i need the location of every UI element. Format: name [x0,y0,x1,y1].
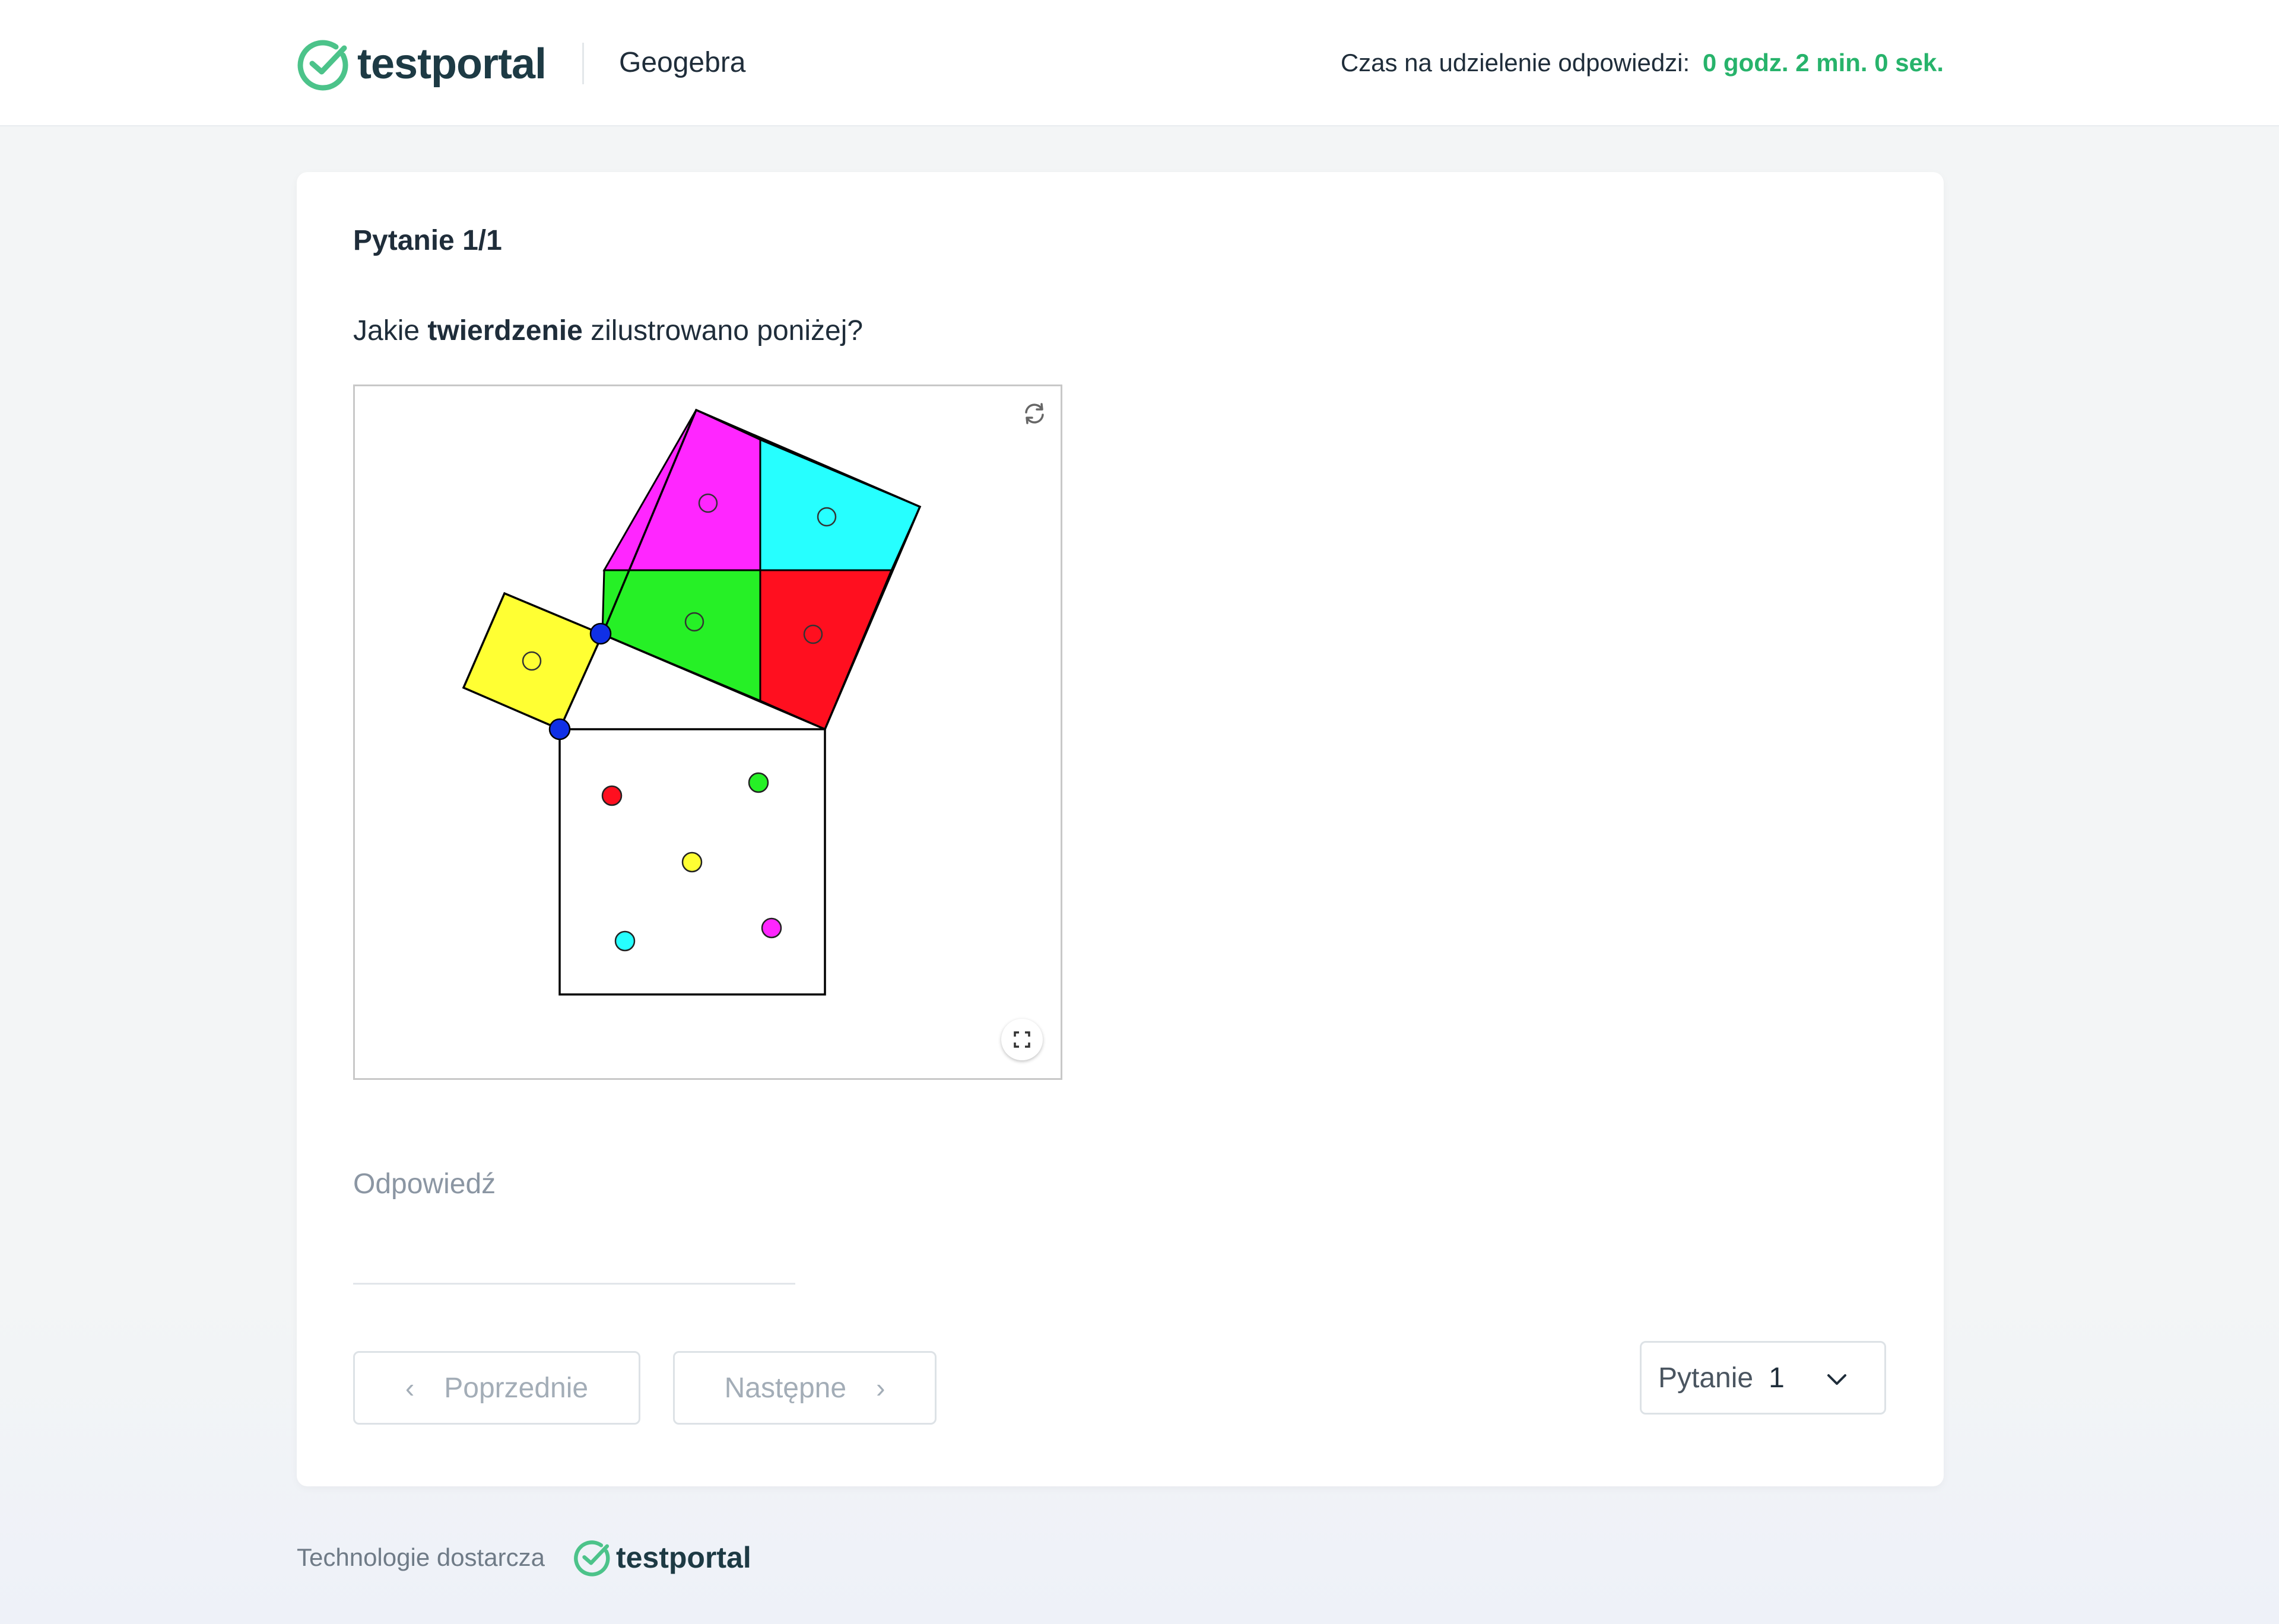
timer: Czas na udzielenie odpowiedzi: 0 godz. 2… [1341,49,1944,77]
testportal-logo[interactable]: testportal [297,36,547,93]
next-button-label: Następne [724,1372,847,1404]
question-text-after: zilustrowano poniżej? [582,315,864,347]
question-select-label: Pytanie [1658,1362,1754,1394]
next-button[interactable]: Następne › [673,1351,937,1425]
question-text: Jakie twierdzenie zilustrowano poniżej? [353,314,863,347]
chevron-down-icon[interactable] [1825,1368,1849,1391]
previous-button[interactable]: ‹ Poprzednie [353,1351,640,1425]
timer-label: Czas na udzielenie odpowiedzi: [1340,49,1690,77]
pythagoras-figure[interactable] [355,386,1064,1082]
cyan-target-point[interactable] [614,930,636,952]
footer: Technologie dostarcza testportal [297,1537,751,1578]
footer-text: Technologie dostarcza [297,1543,545,1571]
previous-button-label: Poprzednie [444,1372,589,1404]
question-card: Pytanie 1/1 Jakie twierdzenie zilustrowa… [297,172,1944,1486]
chevron-left-icon: ‹ [405,1372,415,1403]
question-number: Pytanie 1/1 [353,225,502,256]
question-text-bold: twierdzenie [427,315,583,347]
answer-input[interactable] [353,1219,795,1285]
test-name: Geogebra [619,47,746,78]
vertex-point-upper[interactable] [589,622,612,645]
magenta-piece[interactable] [602,409,761,571]
answer-label: Odpowiedź [353,1168,496,1200]
vertex-point-lower[interactable] [548,718,571,741]
footer-logo[interactable]: testportal [573,1539,751,1577]
question-select[interactable]: Pytanie 1 [1640,1341,1886,1415]
footer-brand-name: testportal [615,1541,751,1574]
check-logo-icon [574,1540,610,1577]
yellow-square[interactable] [462,592,604,731]
magenta-target-point[interactable] [761,917,782,939]
green-piece[interactable] [601,569,761,703]
refresh-icon[interactable] [1018,397,1051,430]
fullscreen-icon[interactable] [1001,1019,1043,1060]
header-divider [582,43,584,84]
chevron-right-icon: › [876,1372,885,1403]
question-text-before: Jakie [353,315,428,347]
red-target-point[interactable] [601,785,623,806]
cyan-piece[interactable] [759,438,921,571]
brand-name: testportal [357,40,547,88]
green-target-point[interactable] [748,772,769,793]
red-piece[interactable] [759,569,893,730]
top-bar: testportal Geogebra Czas na udzielenie o… [0,0,2279,126]
question-select-value: 1 [1769,1362,1785,1394]
check-logo-icon [297,40,348,91]
timer-value: 0 godz. 2 min. 0 sek. [1702,49,1944,77]
yellow-target-point[interactable] [681,851,703,873]
geogebra-applet[interactable] [353,384,1062,1080]
